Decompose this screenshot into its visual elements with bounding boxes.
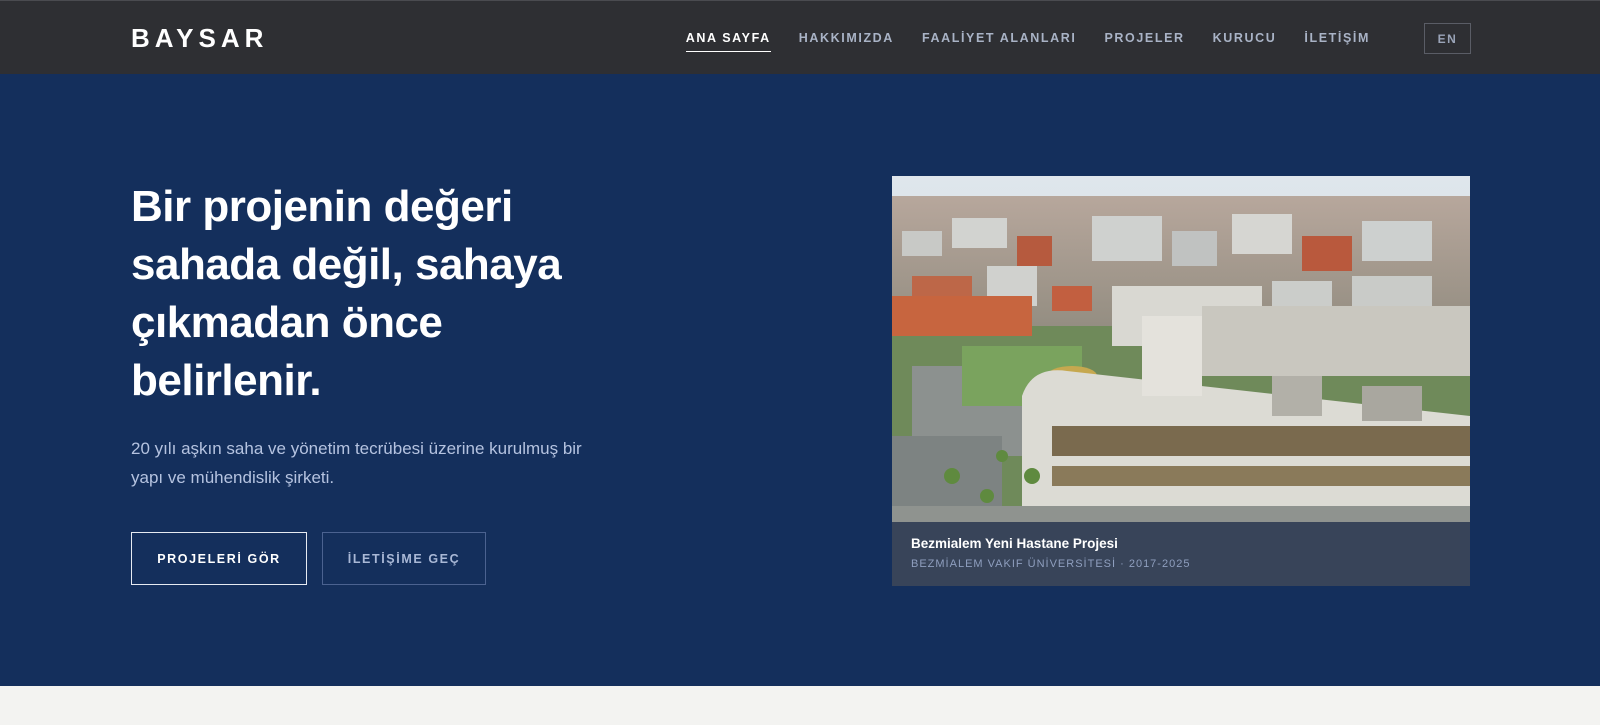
language-switch-button[interactable]: EN (1424, 23, 1471, 54)
headline-line: sahada değil, sahaya (131, 240, 562, 289)
next-section (0, 686, 1600, 725)
nav-item-activities[interactable]: FAALİYET ALANLARI (922, 25, 1077, 51)
hero-subtext: 20 yılı aşkın saha ve yönetim tecrübesi … (131, 434, 611, 492)
nav-item-projects[interactable]: PROJELER (1104, 25, 1184, 51)
headline-line: Bir projenin değeri (131, 182, 513, 231)
project-title: Bezmialem Yeni Hastane Projesi (911, 536, 1118, 551)
site-header: BAYSAR ANA SAYFA HAKKIMIZDA FAALİYET ALA… (0, 0, 1600, 74)
nav-item-founder[interactable]: KURUCU (1213, 25, 1277, 51)
subtext-line: 20 yılı aşkın saha ve yönetim tecrübesi … (131, 439, 582, 458)
headline-line: belirlenir. (131, 356, 322, 405)
hero-section: Bir projenin değeri sahada değil, sahaya… (0, 74, 1600, 686)
subtext-line: yapı ve mühendislik şirketi. (131, 468, 335, 487)
headline-line: çıkmadan önce (131, 298, 443, 347)
view-projects-button[interactable]: PROJELERİ GÖR (131, 532, 307, 585)
featured-project-card[interactable]: Bezmialem Yeni Hastane Projesi BEZMİALEM… (892, 176, 1470, 586)
project-meta: BEZMİALEM VAKIF ÜNİVERSİTESİ · 2017-2025 (911, 558, 1191, 570)
nav-item-home[interactable]: ANA SAYFA (685, 25, 771, 52)
hero-headline: Bir projenin değeri sahada değil, sahaya… (131, 178, 651, 410)
site-logo[interactable]: BAYSAR (131, 23, 268, 53)
contact-button[interactable]: İLETİŞİME GEÇ (322, 532, 486, 585)
nav-item-contact[interactable]: İLETİŞİM (1304, 25, 1370, 51)
main-nav: ANA SAYFA HAKKIMIZDA FAALİYET ALANLARI P… (658, 1, 1370, 75)
nav-item-about[interactable]: HAKKIMIZDA (799, 25, 894, 51)
project-caption: Bezmialem Yeni Hastane Projesi BEZMİALEM… (892, 522, 1470, 586)
